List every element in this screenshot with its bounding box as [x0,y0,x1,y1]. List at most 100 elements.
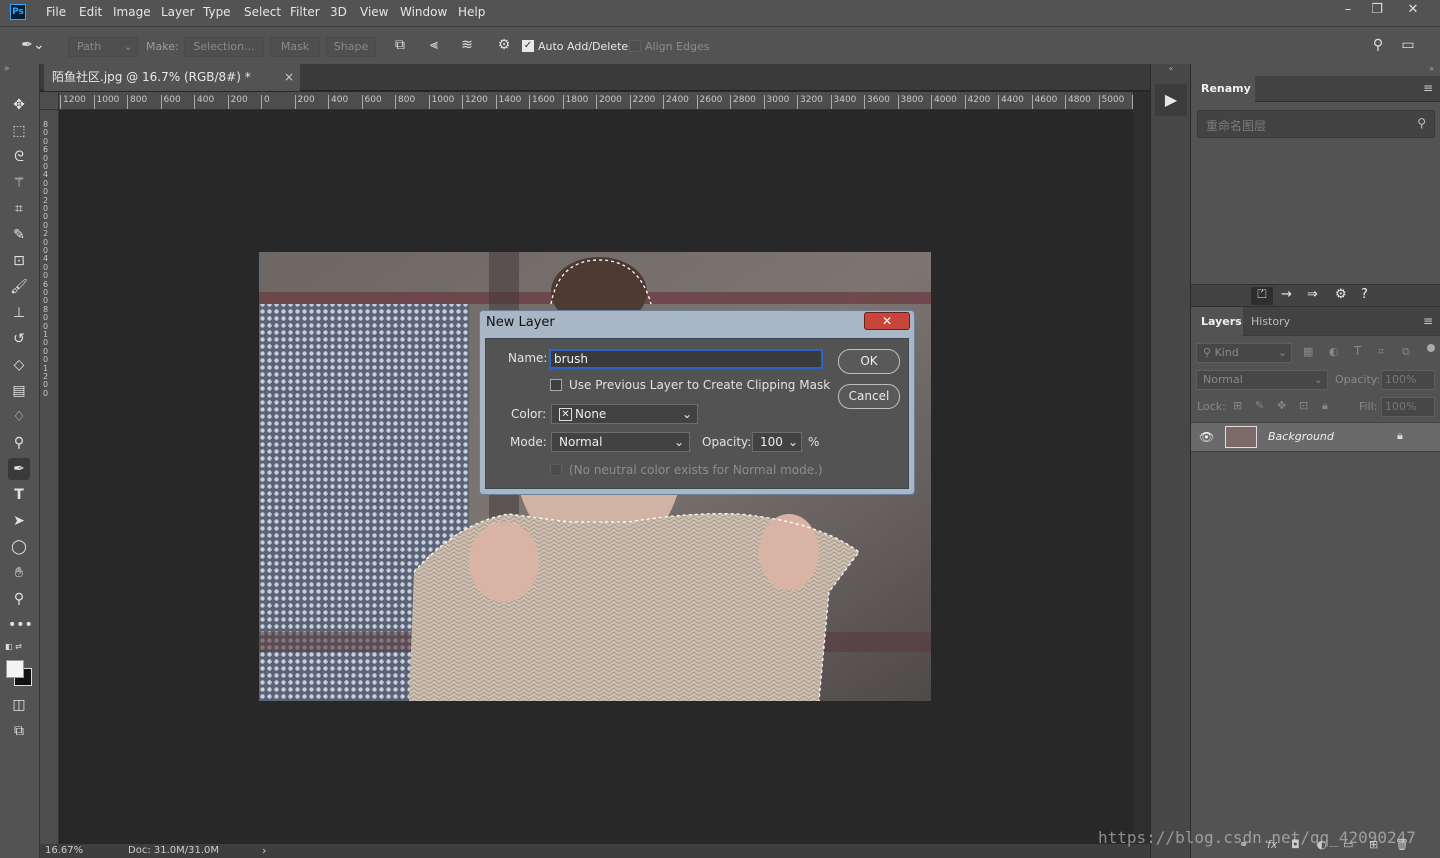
selection-button[interactable]: Selection... [184,37,264,57]
layer-kind-filter[interactable]: ⚲ Kind ⌄ [1196,343,1292,363]
frame-tool-icon[interactable]: ⊡ [8,250,30,272]
play-actions-icon[interactable]: ▶ [1155,84,1187,116]
close-window-button[interactable]: ✕ [1398,2,1428,20]
renamy-search[interactable]: 重命名图层 ⚲ [1197,110,1435,138]
menu-layer[interactable]: Layer [161,5,194,19]
opacity-field[interactable]: 100% [1381,370,1435,390]
menu-select[interactable]: Select [244,5,281,19]
dialog-close-button[interactable]: ✕ [864,312,910,330]
search-icon[interactable]: ⚲ [1417,116,1426,130]
name-input[interactable] [549,349,823,369]
menu-view[interactable]: View [360,5,388,19]
vertical-scrollbar[interactable] [1133,92,1150,844]
menu-3d[interactable]: 3D [330,5,347,19]
path-select-tool-icon[interactable]: ➤ [8,510,30,532]
blend-mode-select[interactable]: Normal ⌄ [1196,370,1328,390]
arrow-right-icon[interactable]: → [1281,287,1292,302]
neutral-color-checkbox[interactable] [550,464,562,476]
lock-pixels-icon[interactable]: ⊞ [1233,399,1242,412]
clipping-mask-checkbox[interactable] [550,379,562,391]
gear-icon[interactable]: ⚙ [494,37,514,53]
eyedropper-tool-icon[interactable]: ✎ [8,224,30,246]
default-colors-icon[interactable]: ◧ ⇄ [5,642,22,651]
search-icon[interactable]: ⚲ [1368,37,1388,53]
restore-button[interactable]: ❐ [1362,2,1392,20]
menu-help[interactable]: Help [458,5,485,19]
status-menu-chevron-icon[interactable]: › [262,844,266,857]
mode-select[interactable]: Normal ⌄ [551,432,690,452]
ok-button[interactable]: OK [838,349,900,374]
close-tab-icon[interactable]: × [284,64,294,91]
color-select[interactable]: ✕ None ⌄ [551,404,698,424]
menu-edit[interactable]: Edit [79,5,102,19]
path-operations-icon[interactable]: ⧉ [390,37,410,53]
menu-file[interactable]: File [46,5,66,19]
path-arrangement-icon[interactable]: ≋ [457,37,477,53]
mask-button[interactable]: Mask [270,37,320,57]
blur-tool-icon[interactable]: ♢ [8,406,30,428]
menu-image[interactable]: Image [113,5,151,19]
gradient-tool-icon[interactable]: ▤ [8,380,30,402]
panel-menu-icon[interactable]: ≡ [1423,314,1433,328]
zoom-level[interactable]: 16.67% [45,845,83,856]
help-icon[interactable]: ? [1361,287,1368,302]
type-tool-icon[interactable]: T [8,484,30,506]
layer-row[interactable]: 👁︎ Background 🔒︎ [1191,422,1440,452]
filter-smart-object-icon[interactable]: ⧉ [1402,345,1410,359]
menu-filter[interactable]: Filter [290,5,320,19]
auto-add-delete-checkbox[interactable]: ✓ [522,40,534,52]
filter-pixel-icon[interactable]: ▦ [1303,345,1313,358]
lasso-tool-icon[interactable]: ᘓ [8,146,30,168]
workspace-icon[interactable]: ▭ [1398,37,1418,53]
document-tab[interactable]: 陌鱼社区.jpg @ 16.7% (RGB/8#) * × [44,64,300,91]
ellipse-tool-icon[interactable]: ◯ [8,536,30,558]
lock-artboard-icon[interactable]: ⊡ [1299,399,1308,412]
fill-field[interactable]: 100% [1381,397,1435,417]
path-alignment-icon[interactable]: ⫷ [424,37,444,53]
double-arrow-icon[interactable]: ⇒ [1307,287,1318,302]
lock-position-icon[interactable]: ✥ [1277,399,1286,412]
path-mode-select[interactable]: Path ⌄ [68,37,138,57]
hand-tool-icon[interactable]: ✋︎ [8,562,30,584]
gear-icon[interactable]: ⚙ [1335,287,1347,302]
expand-panels-icon[interactable]: « [1151,64,1191,74]
align-edges-checkbox[interactable] [629,40,641,52]
ruler-origin[interactable] [40,92,59,110]
eye-visibility-icon[interactable]: 👁︎ [1199,430,1214,444]
dodge-tool-icon[interactable]: ⚲ [8,432,30,454]
rename-icon[interactable]: ⏍ [1251,287,1273,305]
tab-layers[interactable]: Layers [1191,307,1243,337]
filter-shape-icon[interactable]: ⌗ [1378,345,1384,359]
lock-all-icon[interactable]: 🔒︎ [1322,399,1328,413]
pen-tool-icon[interactable]: ✒︎ [8,458,30,480]
lock-brush-icon[interactable]: ✎ [1255,399,1264,412]
pen-tool-preset-icon[interactable]: ✒︎⌄ [18,37,48,53]
zoom-tool-icon[interactable]: ⚲ [8,588,30,610]
menu-type[interactable]: Type [203,5,231,19]
layer-name[interactable]: Background [1268,430,1334,443]
foreground-color-swatch[interactable] [6,660,24,678]
magic-wand-tool-icon[interactable]: ⚚ [8,172,30,194]
renamy-tab[interactable]: Renamy [1191,76,1255,102]
history-brush-tool-icon[interactable]: ↺ [8,328,30,350]
filter-type-icon[interactable]: T [1354,344,1361,358]
more-tools-icon[interactable]: ••• [8,614,33,636]
crop-tool-icon[interactable]: ⌗ [8,198,30,220]
marquee-tool-icon[interactable]: ⬚ [8,120,30,142]
cancel-button[interactable]: Cancel [838,384,900,409]
shape-button[interactable]: Shape [326,37,376,57]
stamp-tool-icon[interactable]: ⊥ [8,302,30,324]
collapse-icon[interactable]: » [4,64,10,74]
move-tool-icon[interactable]: ✥ [8,94,30,116]
eraser-tool-icon[interactable]: ◇ [8,354,30,376]
panel-menu-icon[interactable]: ≡ [1423,81,1433,95]
opacity-field[interactable]: 100 ⌄ [752,432,802,452]
collapse-right-icon[interactable]: » [1429,64,1434,73]
filter-toggle[interactable] [1427,344,1435,352]
quick-mask-icon[interactable]: ◫ [8,694,30,716]
screen-mode-icon[interactable]: ⧉ [8,720,30,742]
minimize-button[interactable]: – [1333,2,1363,20]
filter-adjustment-icon[interactable]: ◐ [1329,345,1339,358]
menu-window[interactable]: Window [400,5,447,19]
tab-history[interactable]: History [1251,307,1290,337]
